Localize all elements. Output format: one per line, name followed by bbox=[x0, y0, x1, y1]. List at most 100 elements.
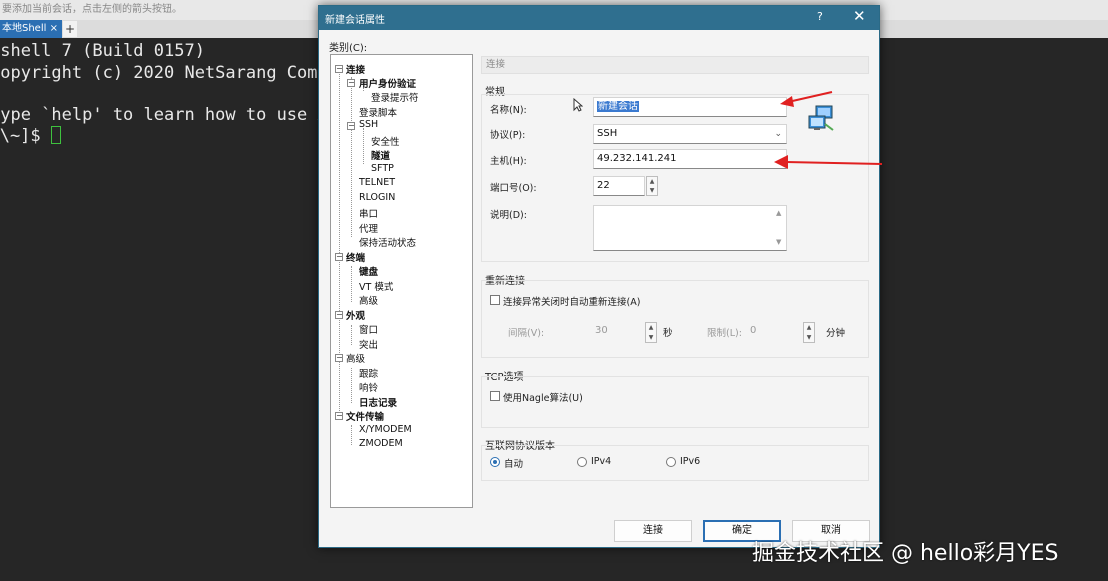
tree-item-highlight[interactable]: 突出 bbox=[359, 337, 378, 351]
tree-item-terminal[interactable]: 终端 bbox=[346, 250, 365, 264]
scroll-down-icon[interactable]: ▼ bbox=[776, 238, 781, 246]
collapse-toggle[interactable]: − bbox=[335, 65, 343, 73]
host-input[interactable]: 49.232.141.241 bbox=[593, 149, 787, 169]
tab-label: 本地Shell bbox=[2, 23, 47, 34]
scroll-up-icon[interactable]: ▲ bbox=[776, 209, 781, 217]
tree-item-keepalive[interactable]: 保持活动状态 bbox=[359, 235, 416, 249]
auto-reconnect-label: 连接异常关闭时自动重新连接(A) bbox=[503, 297, 641, 308]
port-stepper[interactable]: ▲ ▼ bbox=[646, 176, 658, 196]
name-label: 名称(N): bbox=[490, 105, 527, 116]
reconnect-group bbox=[481, 280, 869, 358]
auto-reconnect-checkbox[interactable] bbox=[490, 295, 500, 305]
mouse-pointer-icon bbox=[573, 98, 583, 112]
terminal-line: Xshell 7 (Build 0157) bbox=[0, 41, 205, 61]
port-value: 22 bbox=[597, 180, 610, 191]
ipv4-radio[interactable] bbox=[577, 457, 587, 467]
tree-item-serial[interactable]: 串口 bbox=[359, 206, 378, 220]
tree-connector bbox=[339, 67, 340, 415]
tree-item-window[interactable]: 窗口 bbox=[359, 322, 378, 336]
terminal-cursor bbox=[50, 126, 61, 144]
tree-item-keyboard[interactable]: 键盘 bbox=[359, 264, 378, 278]
tree-item-ssh[interactable]: SSH bbox=[359, 119, 378, 130]
spin-down-icon[interactable]: ▼ bbox=[804, 333, 814, 343]
new-tab-button[interactable]: + bbox=[63, 21, 77, 37]
tab-local-shell[interactable]: 本地Shell × bbox=[0, 20, 62, 38]
protocol-label: 协议(P): bbox=[490, 130, 526, 141]
collapse-toggle[interactable]: − bbox=[335, 311, 343, 319]
annotation-arrow-icon bbox=[774, 155, 883, 169]
tree-connector bbox=[351, 325, 352, 345]
description-textarea[interactable] bbox=[593, 205, 787, 251]
tree-item-logging[interactable]: 日志记录 bbox=[359, 395, 397, 409]
terminal-prompt-line: [C:\~]$ bbox=[0, 126, 61, 146]
ip-auto-radio[interactable] bbox=[490, 457, 500, 467]
spin-up-icon[interactable]: ▲ bbox=[804, 323, 814, 333]
close-icon[interactable]: ✕ bbox=[853, 7, 866, 25]
limit-stepper[interactable]: ▲ ▼ bbox=[803, 322, 815, 343]
tree-item-security[interactable]: 安全性 bbox=[371, 134, 400, 148]
tree-item-file-transfer[interactable]: 文件传输 bbox=[346, 409, 384, 423]
port-input[interactable]: 22 bbox=[593, 176, 645, 196]
tree-item-proxy[interactable]: 代理 bbox=[359, 221, 378, 235]
dialog-title: 新建会话属性 bbox=[325, 15, 385, 26]
tree-item-login-script[interactable]: 登录脚本 bbox=[359, 105, 397, 119]
tree-item-trace[interactable]: 跟踪 bbox=[359, 366, 378, 380]
tree-item-advanced[interactable]: 高级 bbox=[346, 351, 365, 365]
interval-value[interactable]: 30 bbox=[595, 325, 608, 336]
panel-breadcrumb: 连接 bbox=[481, 56, 869, 74]
tree-item-connection[interactable]: 连接 bbox=[346, 62, 365, 76]
connect-button[interactable]: 连接 bbox=[614, 520, 692, 542]
tree-item-xymodem[interactable]: X/YMODEM bbox=[359, 424, 412, 435]
tree-item-user-auth[interactable]: 用户身份验证 bbox=[359, 76, 416, 90]
tree-item-appearance[interactable]: 外观 bbox=[346, 308, 365, 322]
collapse-toggle[interactable]: − bbox=[335, 354, 343, 362]
collapse-toggle[interactable]: − bbox=[335, 253, 343, 261]
dialog-titlebar[interactable]: 新建会话属性 ? ✕ bbox=[319, 6, 879, 30]
nagle-checkbox[interactable] bbox=[490, 391, 500, 401]
collapse-toggle[interactable]: − bbox=[347, 122, 355, 130]
nagle-label: 使用Nagle算法(U) bbox=[503, 393, 583, 404]
host-label: 主机(H): bbox=[490, 156, 527, 167]
interval-label: 间隔(V): bbox=[508, 328, 545, 339]
tree-item-login-prompt[interactable]: 登录提示符 bbox=[371, 90, 419, 104]
collapse-toggle[interactable]: − bbox=[335, 412, 343, 420]
chevron-down-icon: ⌄ bbox=[774, 129, 782, 139]
category-tree[interactable]: − 连接 − 用户身份验证 登录提示符 登录脚本 − SSH 安全性 隧道 SF… bbox=[330, 54, 473, 508]
tree-connector bbox=[351, 368, 352, 403]
spin-up-icon[interactable]: ▲ bbox=[647, 177, 657, 186]
interval-stepper[interactable]: ▲ ▼ bbox=[645, 322, 657, 343]
new-session-properties-dialog: 新建会话属性 ? ✕ 类别(C): − 连接 − 用户身份验证 登录提示符 登录… bbox=[318, 5, 880, 548]
protocol-select[interactable]: SSH ⌄ bbox=[593, 124, 787, 144]
limit-unit: 分钟 bbox=[826, 328, 846, 339]
tree-item-sftp[interactable]: SFTP bbox=[371, 163, 394, 174]
description-label: 说明(D): bbox=[490, 210, 527, 221]
limit-value[interactable]: 0 bbox=[750, 325, 756, 336]
spin-up-icon[interactable]: ▲ bbox=[646, 323, 656, 333]
port-label: 端口号(O): bbox=[490, 183, 537, 194]
tree-item-bell[interactable]: 响铃 bbox=[359, 380, 378, 394]
protocol-value: SSH bbox=[597, 128, 618, 139]
ip-auto-label: 自动 bbox=[504, 459, 524, 470]
tree-connector bbox=[351, 266, 352, 302]
tree-item-vt-mode[interactable]: VT 模式 bbox=[359, 279, 393, 293]
tab-close-icon[interactable]: × bbox=[50, 20, 58, 38]
name-value: 新建会话 bbox=[597, 101, 639, 112]
ipv4-label: IPv4 bbox=[591, 456, 612, 467]
tree-item-telnet[interactable]: TELNET bbox=[359, 177, 395, 188]
terminal-prompt: [C:\~]$ bbox=[0, 126, 41, 146]
tree-connector bbox=[363, 128, 364, 164]
spin-down-icon[interactable]: ▼ bbox=[647, 186, 657, 195]
tree-connector bbox=[351, 77, 352, 237]
host-value: 49.232.141.241 bbox=[597, 153, 677, 164]
ipv6-radio[interactable] bbox=[666, 457, 676, 467]
tree-item-rlogin[interactable]: RLOGIN bbox=[359, 192, 395, 203]
tree-item-terminal-advanced[interactable]: 高级 bbox=[359, 293, 378, 307]
spin-down-icon[interactable]: ▼ bbox=[646, 333, 656, 343]
collapse-toggle[interactable]: − bbox=[347, 79, 355, 87]
watermark: 掘金技术社区 @ hello彩月YES bbox=[752, 541, 1059, 566]
name-input[interactable]: 新建会话 bbox=[593, 97, 787, 117]
ipv6-label: IPv6 bbox=[680, 456, 701, 467]
tree-item-tunnel[interactable]: 隧道 bbox=[371, 148, 390, 162]
help-icon[interactable]: ? bbox=[817, 10, 823, 23]
tree-item-zmodem[interactable]: ZMODEM bbox=[359, 438, 403, 449]
